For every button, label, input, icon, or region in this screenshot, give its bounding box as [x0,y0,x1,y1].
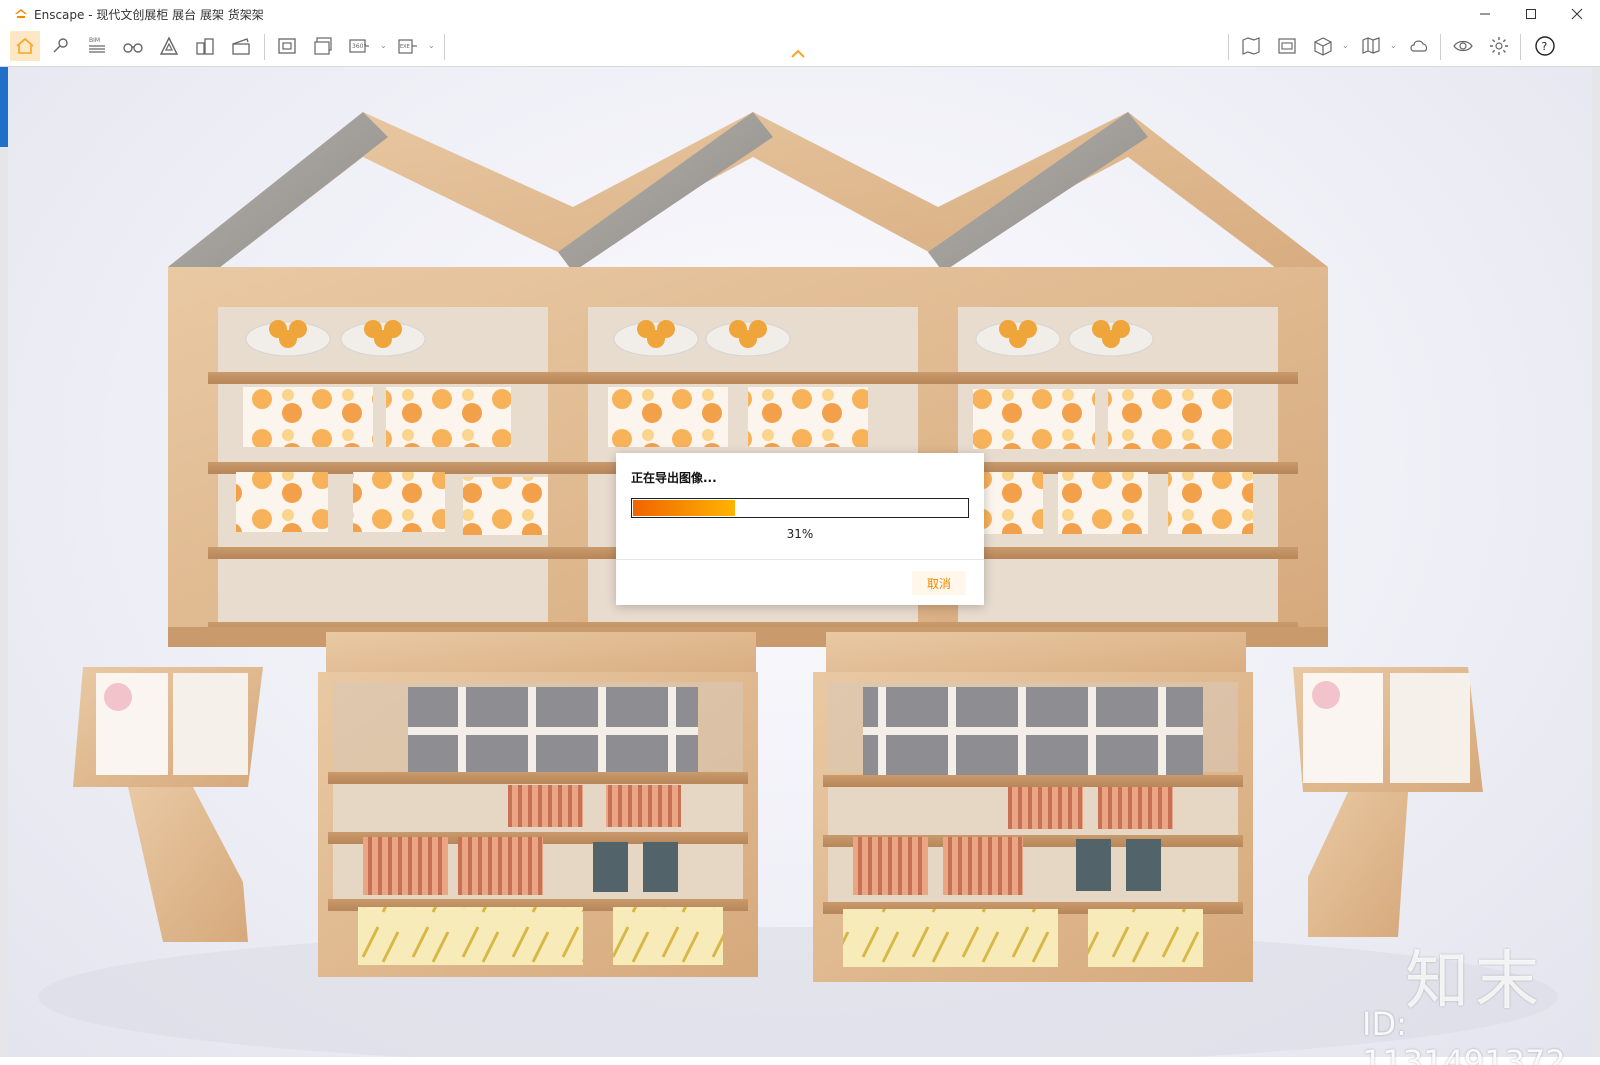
minimize-icon [1480,13,1490,15]
export-progress-bar [631,498,969,518]
maximize-button[interactable] [1508,0,1554,28]
video-editor-button[interactable] [226,31,256,61]
toolbar-separator [1520,34,1521,60]
material-editor-icon [1278,38,1296,54]
svg-text:360°: 360° [352,43,366,50]
toolbar-separator [264,34,265,60]
objects-button[interactable] [1308,31,1338,61]
cube-icon [1314,37,1332,56]
window-title: Enscape - 现代文创展柜 展台 展架 货架架 [34,8,264,22]
upload-button[interactable] [1404,31,1434,61]
export-exe-icon: EXE [398,39,417,54]
bim-icon: BIM [89,37,105,53]
toolbar-separator [1228,34,1229,60]
title-bar: Enscape - 现代文创展柜 展台 展架 货架架 [0,0,1600,28]
panorama-dropdown-caret[interactable]: ⌄ [380,41,387,50]
general-settings-button[interactable] [1484,31,1514,61]
view-mode-button[interactable] [154,31,184,61]
close-icon [1571,8,1583,20]
cloud-icon [1410,40,1428,52]
binoculars-button[interactable] [118,31,148,61]
eye-icon [1453,40,1473,52]
objects-dropdown-caret[interactable]: ⌄ [1342,41,1349,50]
enscape-logo-icon [15,9,27,18]
watermark-id: ID: 1131491372 [1362,1005,1566,1065]
asset-library-button[interactable] [1236,31,1266,61]
sign-stand-left [73,667,263,942]
batch-render-icon [314,37,332,55]
progress-fill [633,500,736,516]
triangle-icon [159,36,179,55]
sign-stand-right [1293,667,1483,937]
left-window-edge [0,67,8,1057]
panorama-icon: 360° [349,39,369,53]
export-dropdown-caret[interactable]: ⌄ [428,41,435,50]
svg-text:EXE: EXE [400,44,410,50]
right-window-edge [1592,67,1600,1057]
dialog-title: 正在导出图像... [631,471,717,485]
binoculars-icon [123,43,143,53]
home-icon [16,37,34,54]
dialog-divider [616,559,984,560]
background-window-edge [0,67,8,147]
help-button[interactable]: ? [1530,31,1560,61]
lower-shelf-right [813,632,1253,982]
location-pin-button[interactable] [46,31,76,61]
export-progress-dialog: 正在导出图像... 31% 取消 [616,453,984,605]
enscape-window: Enscape - 现代文创展柜 展台 展架 货架架 BIM 360° ⌄ EX… [0,0,1600,1065]
panorama-button[interactable]: 360° [344,31,374,61]
cancel-button[interactable]: 取消 [912,571,966,595]
settings-gear-icon [1490,37,1508,55]
lower-shelf-left [318,632,758,977]
close-button[interactable] [1554,0,1600,28]
help-icon: ? [1535,36,1555,56]
clapper-icon [232,38,250,55]
minimize-button[interactable] [1462,0,1508,28]
visual-settings-button[interactable] [1448,31,1478,61]
sites-button[interactable] [190,31,220,61]
screenshot-icon [278,38,296,54]
collapse-toolbar-icon[interactable] [790,49,806,59]
export-exe-button[interactable]: EXE [392,31,422,61]
home-button[interactable] [10,31,40,61]
maximize-icon [1526,9,1536,19]
toolbar-separator [444,34,445,60]
toolbar-separator [1440,34,1441,60]
buildings-icon [196,38,214,55]
material-editor-button[interactable] [1272,31,1302,61]
book-icon [1362,37,1380,54]
batch-render-button[interactable] [308,31,338,61]
svg-text:BIM: BIM [89,37,100,44]
progress-percent: 31% [786,527,814,541]
screenshot-button[interactable] [272,31,302,61]
svg-text:?: ? [1542,40,1548,53]
pin-icon [53,38,68,53]
asset-library-icon [1242,37,1260,55]
bim-button[interactable]: BIM [82,31,112,61]
views-button[interactable] [1356,31,1386,61]
toolbar: BIM 360° ⌄ EXE ⌄ ⌄ ⌄ ? [0,28,1600,67]
views-dropdown-caret[interactable]: ⌄ [1390,41,1397,50]
